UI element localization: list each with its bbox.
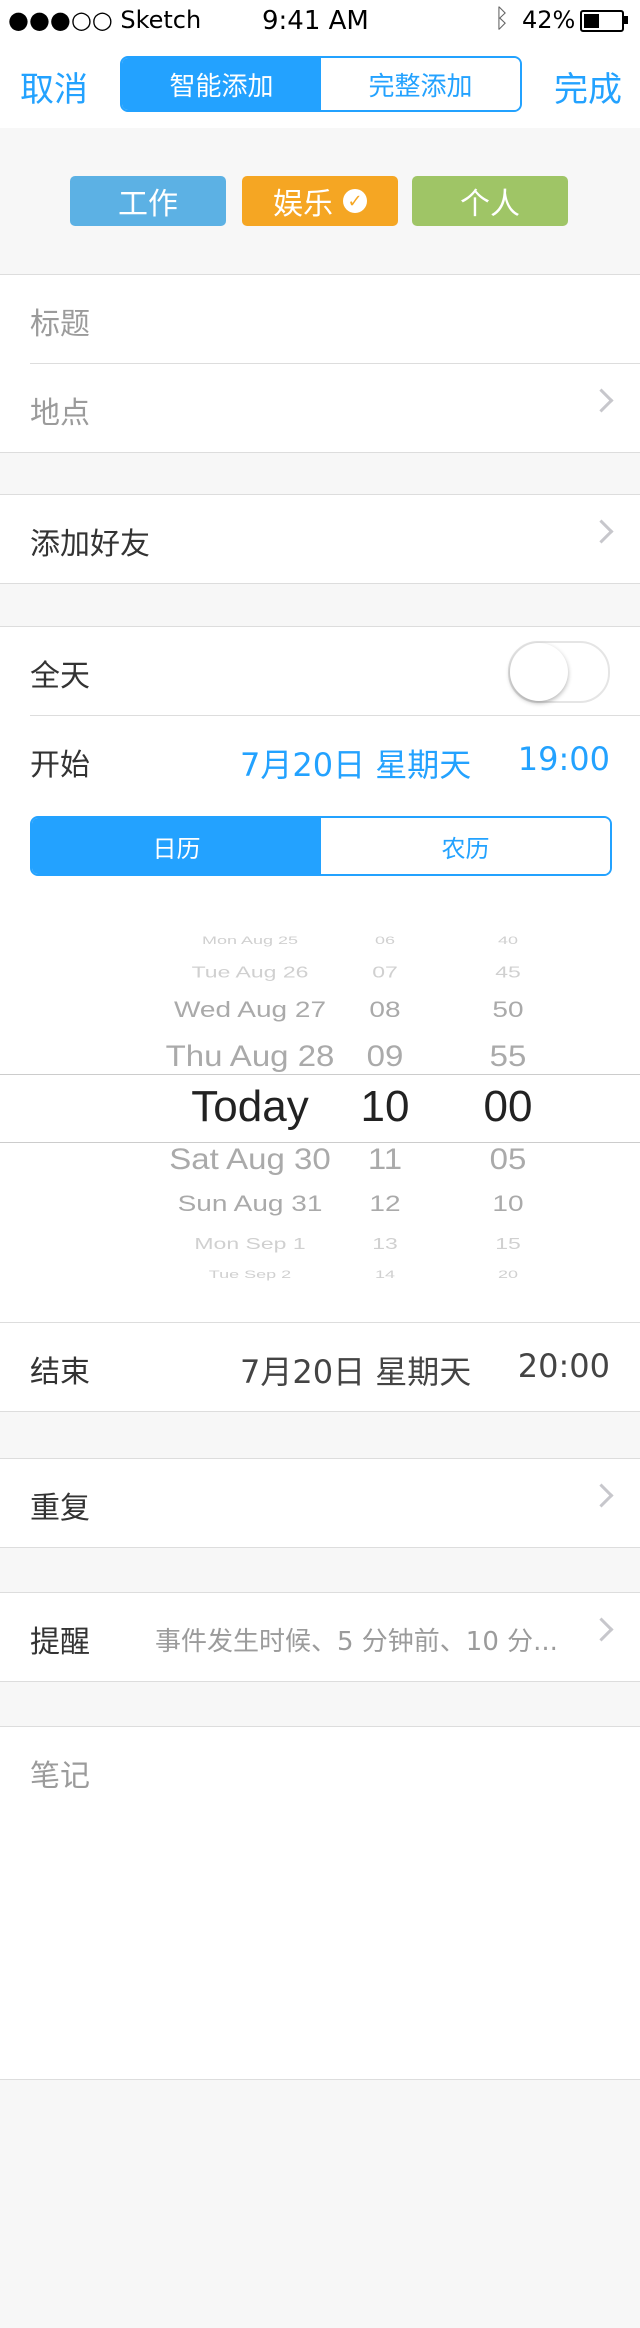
battery-percent: 42% xyxy=(522,6,576,34)
toggle-knob xyxy=(510,643,568,701)
picker-date-item[interactable]: Tue Aug 26 xyxy=(192,963,309,982)
picker-minute-item[interactable]: 00 xyxy=(484,1082,533,1132)
picker-minute-item[interactable]: 50 xyxy=(492,998,523,1024)
segment-lunar[interactable]: 农历 xyxy=(321,818,610,874)
add-mode-segmented-control: 智能添加 完整添加 xyxy=(120,56,522,112)
picker-minute-item[interactable]: 20 xyxy=(498,1269,518,1282)
add-friends-group: 添加好友 xyxy=(0,494,640,584)
picker-minute-item[interactable]: 05 xyxy=(490,1142,527,1176)
segment-full-add[interactable]: 完整添加 xyxy=(321,58,520,110)
picker-date-item[interactable]: Today xyxy=(191,1082,308,1132)
picker-hour-item[interactable]: 14 xyxy=(375,1269,395,1282)
tag-label: 工作 xyxy=(118,187,178,222)
location-row[interactable]: 地点 xyxy=(30,363,640,452)
repeat-row[interactable]: 重复 xyxy=(0,1459,640,1547)
picker-minute-item[interactable]: 45 xyxy=(495,963,521,982)
picker-minute-item[interactable]: 15 xyxy=(495,1234,521,1253)
done-button[interactable]: 完成 xyxy=(554,62,622,111)
battery-tip xyxy=(624,16,628,24)
chevron-right-icon xyxy=(589,519,614,544)
picker-date-item[interactable]: Wed Aug 27 xyxy=(174,998,326,1024)
chevron-right-icon xyxy=(589,388,614,413)
notes-area[interactable]: 笔记 xyxy=(0,1726,640,2080)
picker-hour-item[interactable]: 12 xyxy=(369,1191,400,1217)
chevron-right-icon xyxy=(589,1617,614,1642)
reminder-group: 提醒 事件发生时候、5 分钟前、10 分... xyxy=(0,1592,640,1682)
picker-hour-item[interactable]: 10 xyxy=(361,1082,410,1132)
reminder-row[interactable]: 提醒 事件发生时候、5 分钟前、10 分... xyxy=(0,1593,640,1681)
segment-smart-add[interactable]: 智能添加 xyxy=(122,58,321,110)
end-label: 结束 xyxy=(30,1355,90,1390)
location-input[interactable]: 地点 xyxy=(30,388,90,432)
date-time-picker[interactable]: Mon Aug 25 Tue Aug 26 Wed Aug 27 Thu Aug 28… xyxy=(0,900,640,1320)
repeat-group: 重复 xyxy=(0,1458,640,1548)
battery-icon xyxy=(580,10,624,32)
end-group: 结束 7月20日 星期天 20:00 xyxy=(0,1322,640,1412)
start-label: 开始 xyxy=(30,748,90,783)
status-bar: ●●●○○ Sketch 9:41 AM ᛒ 42% xyxy=(0,0,640,42)
title-location-group: 标题 地点 xyxy=(0,274,640,453)
chevron-right-icon xyxy=(589,1483,614,1508)
picker-hour-item[interactable]: 06 xyxy=(375,934,395,947)
picker-date-item[interactable]: Mon Aug 25 xyxy=(202,934,298,947)
carrier-label: ●●●○○ Sketch xyxy=(8,6,202,34)
all-day-toggle[interactable] xyxy=(508,641,610,703)
reminder-label: 提醒 xyxy=(30,1625,90,1660)
picker-hour-item[interactable]: 11 xyxy=(368,1142,402,1176)
picker-selection-line xyxy=(0,1074,640,1075)
picker-date-item[interactable]: Tue Sep 2 xyxy=(209,1269,291,1282)
picker-hour-item[interactable]: 09 xyxy=(367,1038,404,1072)
tag-work[interactable]: 工作 xyxy=(70,176,226,226)
checkmark-icon: ✓ xyxy=(343,189,367,213)
segment-gregorian[interactable]: 日历 xyxy=(32,818,321,874)
nav-bar: 取消 智能添加 完整添加 完成 xyxy=(0,42,640,129)
start-row[interactable]: 开始 7月20日 星期天 19:00 日历 农历 xyxy=(30,715,640,896)
all-day-label: 全天 xyxy=(30,659,90,694)
reminder-value: 事件发生时候、5 分钟前、10 分... xyxy=(155,1627,558,1657)
add-friends-row[interactable]: 添加好友 xyxy=(0,495,640,583)
bluetooth-icon: ᛒ xyxy=(494,4,510,34)
picker-minute-item[interactable]: 40 xyxy=(498,934,518,947)
start-date[interactable]: 7月20日 星期天 xyxy=(240,740,471,786)
repeat-label: 重复 xyxy=(30,1491,90,1526)
title-input[interactable]: 标题 xyxy=(30,299,90,343)
picker-hour-item[interactable]: 08 xyxy=(369,998,400,1024)
picker-date-item[interactable]: Thu Aug 28 xyxy=(166,1038,335,1072)
start-time[interactable]: 19:00 xyxy=(518,740,610,778)
tag-label: 个人 xyxy=(460,187,520,222)
notes-input[interactable]: 笔记 xyxy=(30,1751,90,1795)
end-row[interactable]: 结束 7月20日 星期天 20:00 xyxy=(0,1323,640,1411)
tag-label: 娱乐 xyxy=(273,187,333,222)
calendar-type-segmented-control: 日历 农历 xyxy=(30,816,612,876)
add-friends-label: 添加好友 xyxy=(30,527,150,562)
end-time[interactable]: 20:00 xyxy=(518,1347,610,1385)
cancel-button[interactable]: 取消 xyxy=(20,62,88,111)
picker-minute-item[interactable]: 55 xyxy=(490,1038,527,1072)
tag-personal[interactable]: 个人 xyxy=(412,176,568,226)
picker-hour-item[interactable]: 13 xyxy=(372,1234,398,1253)
picker-hour-item[interactable]: 07 xyxy=(372,963,398,982)
picker-minute-item[interactable]: 10 xyxy=(492,1191,523,1217)
title-row[interactable]: 标题 xyxy=(0,275,640,363)
picker-date-item[interactable]: Sun Aug 31 xyxy=(178,1191,323,1217)
all-day-row: 全天 xyxy=(0,627,640,715)
end-date[interactable]: 7月20日 星期天 xyxy=(240,1347,471,1393)
picker-date-item[interactable]: Mon Sep 1 xyxy=(194,1234,305,1253)
tag-entertainment[interactable]: 娱乐 ✓ xyxy=(242,176,398,226)
status-time: 9:41 AM xyxy=(262,6,369,36)
picker-date-item[interactable]: Sat Aug 30 xyxy=(169,1142,330,1176)
